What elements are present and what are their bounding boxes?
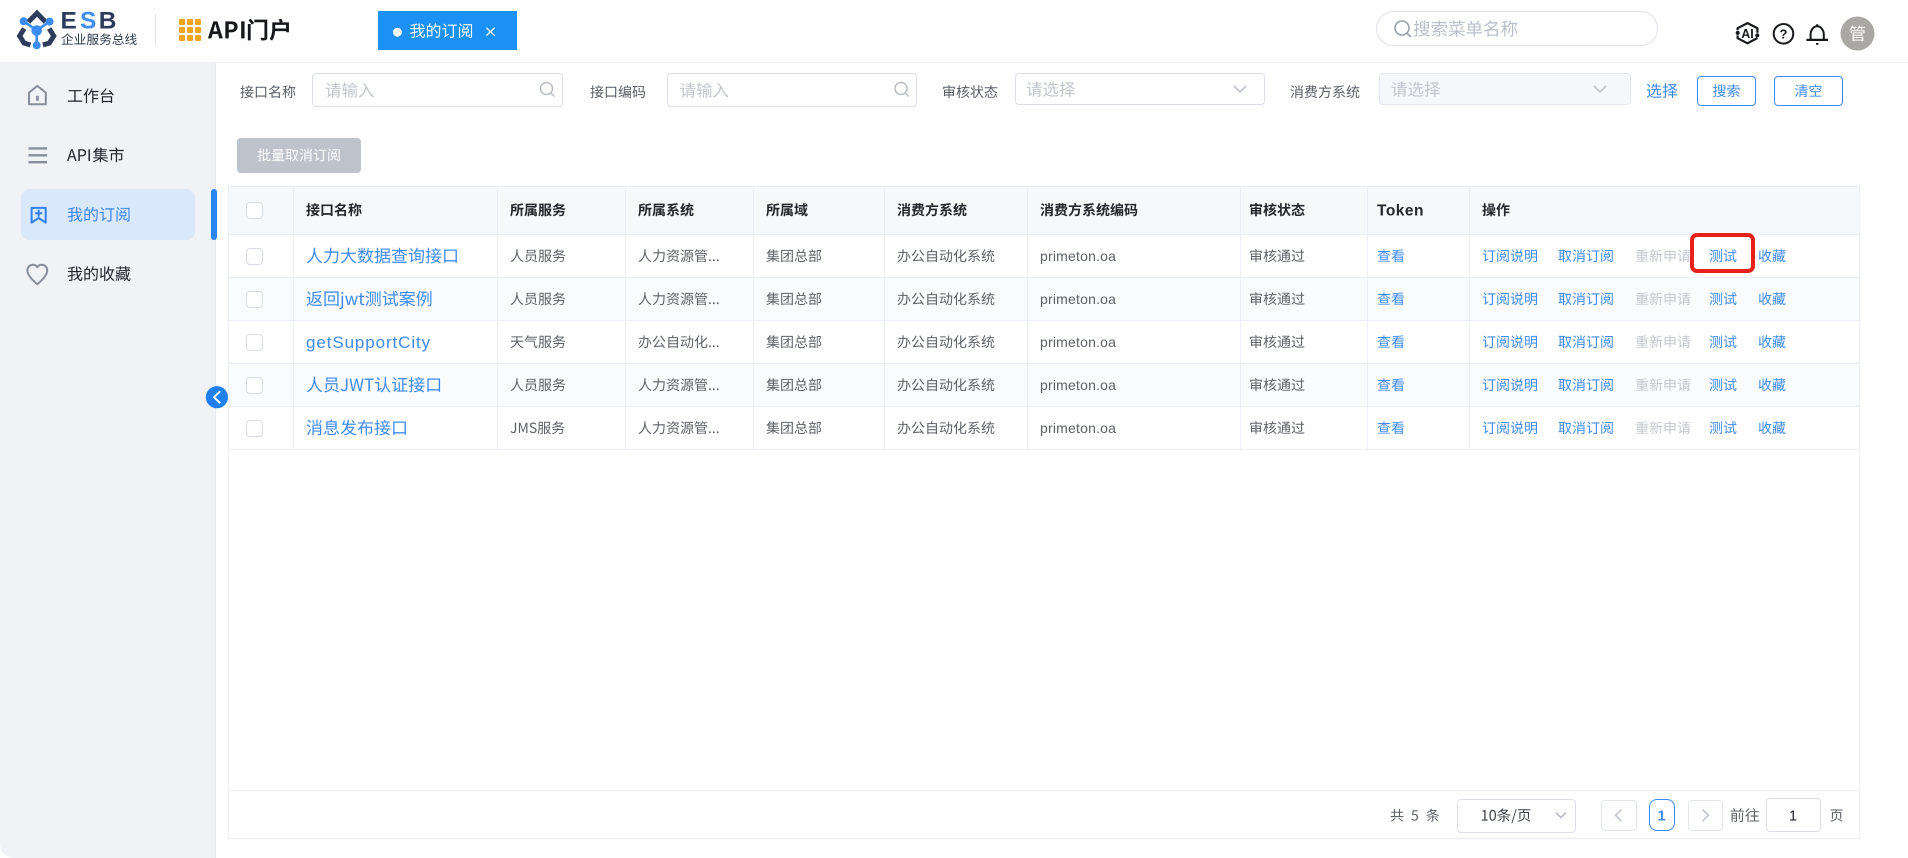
svg-text:primeton.oa: primeton.oa — [1040, 334, 1116, 350]
svg-text:E: E — [61, 8, 77, 35]
svg-text:getSupportCity: getSupportCity — [306, 333, 431, 352]
svg-text:S: S — [80, 8, 96, 35]
svg-text:B: B — [99, 8, 117, 35]
svg-text:Token: Token — [1377, 203, 1424, 220]
svg-text:primeton.oa: primeton.oa — [1040, 291, 1116, 307]
svg-text:primeton.oa: primeton.oa — [1040, 248, 1116, 264]
svg-text:?: ? — [1780, 26, 1788, 41]
svg-text:1: 1 — [1789, 809, 1797, 825]
svg-text:1: 1 — [1657, 809, 1665, 825]
svg-text:primeton.oa: primeton.oa — [1040, 420, 1116, 436]
svg-text:AI: AI — [1741, 27, 1754, 41]
svg-text:primeton.oa: primeton.oa — [1040, 377, 1116, 393]
